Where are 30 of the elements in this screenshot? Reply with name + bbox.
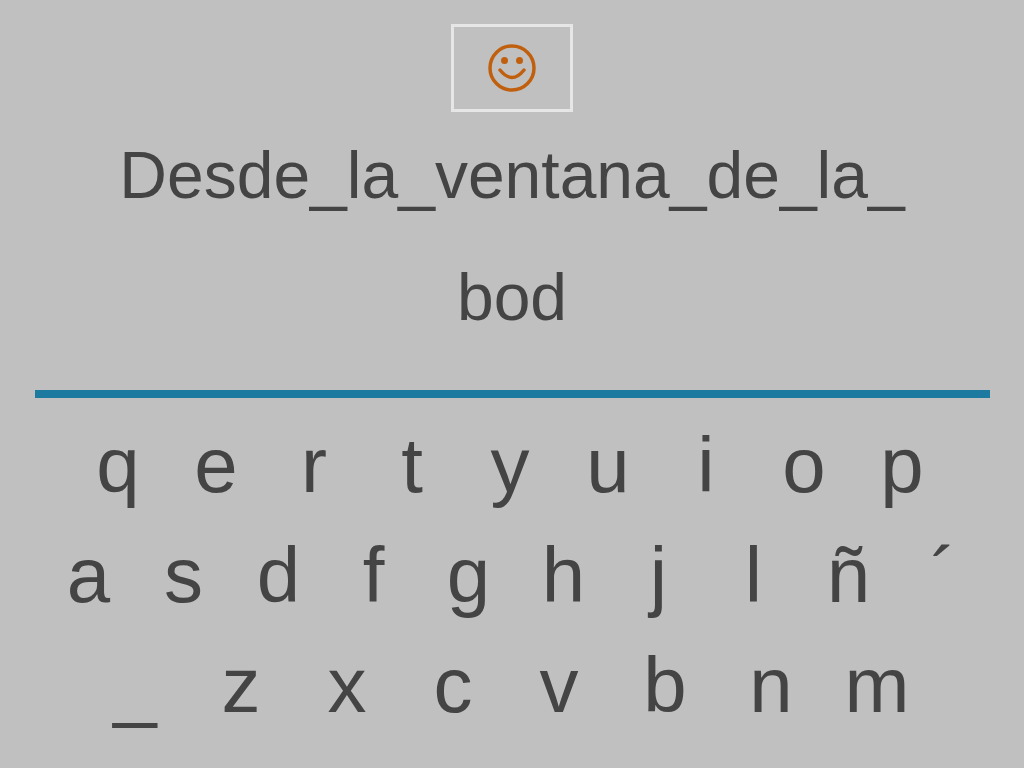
letter-key[interactable]: ´ bbox=[896, 525, 991, 625]
letter-key[interactable]: _ bbox=[82, 635, 188, 735]
letter-key[interactable]: h bbox=[516, 525, 611, 625]
letter-key[interactable]: g bbox=[421, 525, 516, 625]
letter-key[interactable]: q bbox=[69, 415, 167, 515]
letter-key[interactable]: o bbox=[755, 415, 853, 515]
prompt-text: bod bbox=[456, 259, 568, 336]
letter-key[interactable]: p bbox=[853, 415, 951, 515]
letter-key[interactable]: c bbox=[400, 635, 506, 735]
prompt-text: Desde_la_ventana_de_la_ bbox=[119, 137, 905, 214]
letter-key[interactable]: i bbox=[657, 415, 755, 515]
letter-key[interactable]: n bbox=[718, 635, 824, 735]
letter-key[interactable]: v bbox=[506, 635, 612, 735]
letter-key[interactable]: z bbox=[188, 635, 294, 735]
letter-key[interactable]: j bbox=[611, 525, 706, 625]
letter-key[interactable]: u bbox=[559, 415, 657, 515]
letter-key[interactable]: f bbox=[326, 525, 421, 625]
smiley-icon bbox=[487, 43, 537, 93]
letter-key[interactable]: s bbox=[136, 525, 231, 625]
letter-key[interactable]: x bbox=[294, 635, 400, 735]
letter-key[interactable]: d bbox=[231, 525, 326, 625]
letter-key[interactable]: ñ bbox=[801, 525, 896, 625]
letter-key[interactable]: y bbox=[461, 415, 559, 515]
letter-key[interactable]: r bbox=[265, 415, 363, 515]
letter-key[interactable]: l bbox=[706, 525, 801, 625]
letter-key[interactable]: m bbox=[824, 635, 930, 735]
letter-key[interactable]: t bbox=[363, 415, 461, 515]
letter-key[interactable]: a bbox=[41, 525, 136, 625]
letter-key[interactable]: e bbox=[167, 415, 265, 515]
letter-key[interactable]: b bbox=[612, 635, 718, 735]
